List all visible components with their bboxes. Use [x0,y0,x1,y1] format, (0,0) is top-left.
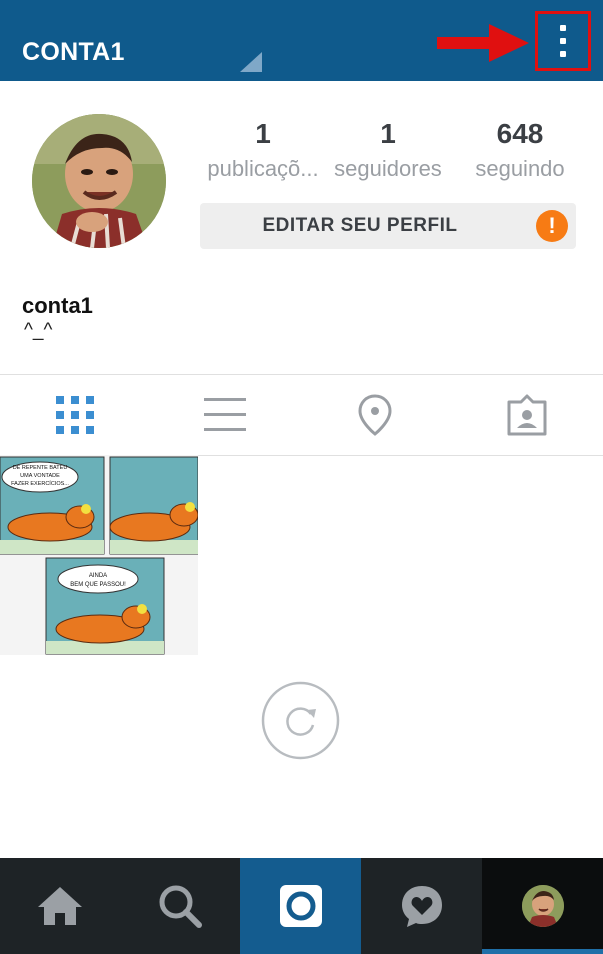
warning-icon[interactable]: ! [536,210,568,242]
nav-camera[interactable] [240,858,361,954]
followers-count: 1 [380,118,396,149]
tab-places[interactable] [300,375,450,455]
list-icon [204,398,246,431]
red-arrow-annotation-icon [437,24,529,62]
top-app-bar: CONTA1 [0,0,603,81]
posts-stat[interactable]: 1 publicaçõ... [198,118,328,182]
tagged-photos-icon [507,394,546,436]
edit-profile-button[interactable]: EDITAR SEU PERFIL ! [200,203,576,249]
svg-text:AINDA: AINDA [89,573,107,579]
profile-bio: ^_^ [24,320,53,341]
account-switcher-triangle-icon[interactable] [240,52,262,72]
nav-activity[interactable] [361,858,482,954]
overflow-menu-button[interactable] [535,11,591,71]
profile-username: conta1 [22,293,93,318]
posts-label: publicaçõ... [207,156,319,181]
post-thumbnail[interactable]: DE REPENTE BATEU UMA VONTADE FAZER EXERC… [0,455,198,655]
profile-stats: 1 publicaçõ... 1 seguidores 648 seguindo [198,118,578,188]
home-icon [38,887,82,925]
menu-dot [560,38,566,44]
posts-count: 1 [255,118,271,149]
edit-profile-label: EDITAR SEU PERFIL [262,215,458,236]
profile-avatar-icon [521,885,564,927]
svg-text:BEM QUE PASSOU!: BEM QUE PASSOU! [70,582,126,588]
menu-dot [560,25,566,31]
bottom-navigation [0,858,603,954]
refresh-icon[interactable] [261,681,340,760]
svg-text:UMA VONTADE: UMA VONTADE [20,473,60,479]
profile-picture[interactable] [32,114,166,248]
nav-home[interactable] [0,858,120,954]
following-count: 648 [496,118,544,149]
active-tab-indicator [482,949,603,954]
grid-icon [56,396,94,434]
tab-grid-view[interactable] [0,375,150,455]
svg-text:DE REPENTE BATEU: DE REPENTE BATEU [13,465,68,471]
following-label: seguindo [475,156,565,181]
following-stat[interactable]: 648 seguindo [460,118,580,182]
tab-tagged[interactable] [450,375,603,455]
tab-list-view[interactable] [150,375,300,455]
comic-image: DE REPENTE BATEU UMA VONTADE FAZER EXERC… [0,455,198,655]
baby-photo-icon [32,114,166,248]
account-title[interactable]: CONTA1 [22,38,125,67]
followers-label: seguidores [334,156,442,181]
camera-icon [279,885,322,927]
followers-stat[interactable]: 1 seguidores [328,118,448,182]
svg-text:FAZER EXERCÍCIOS...: FAZER EXERCÍCIOS... [11,480,69,487]
search-icon [159,885,202,928]
nav-profile[interactable] [482,858,603,954]
nav-search[interactable] [120,858,240,954]
menu-dot [560,51,566,57]
location-pin-icon [358,394,392,436]
activity-heart-icon [401,886,442,927]
